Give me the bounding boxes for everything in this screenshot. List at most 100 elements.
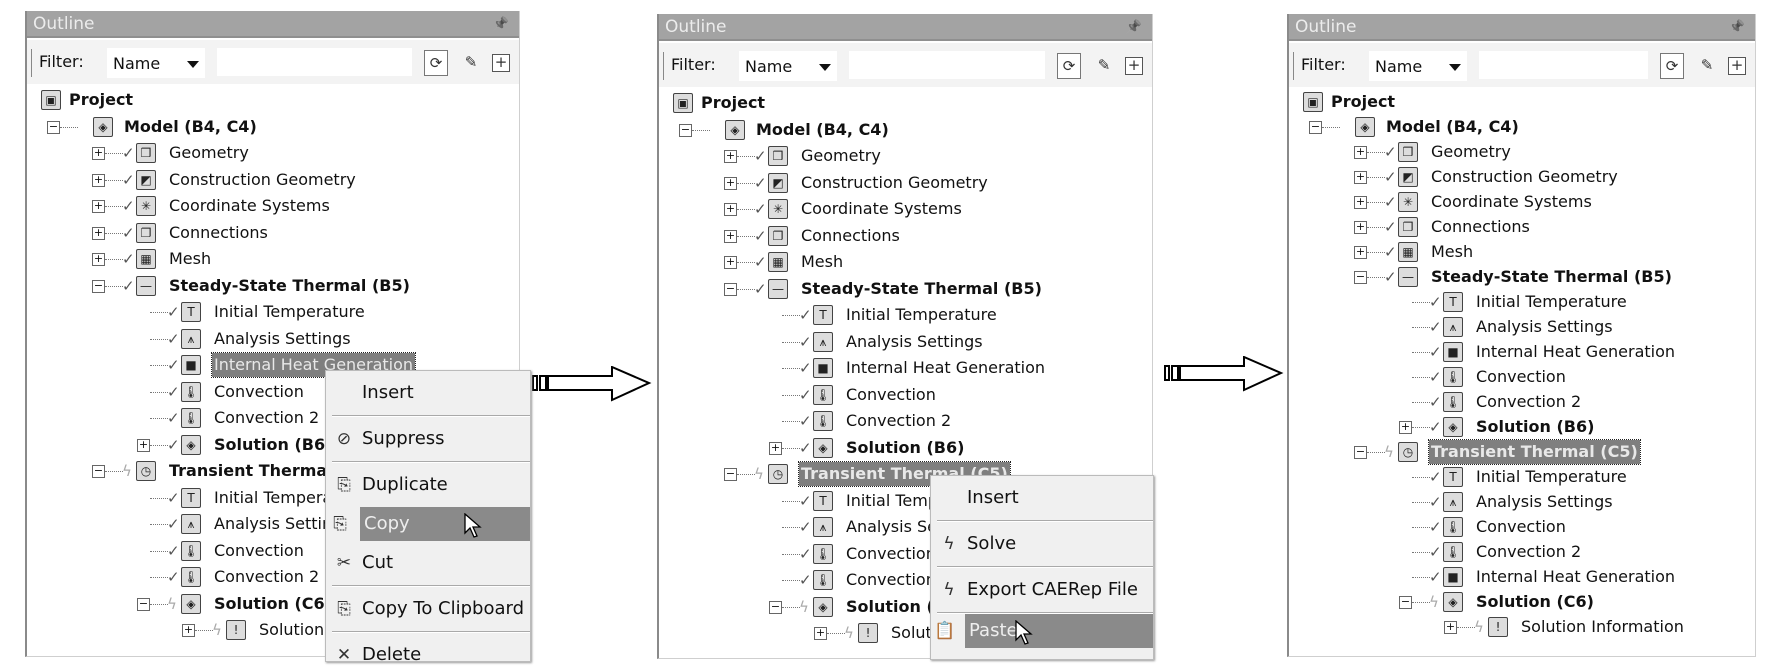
expand-icon[interactable]: + bbox=[724, 229, 737, 243]
menu-item-paste[interactable]: 📋 Paste bbox=[934, 614, 1153, 648]
tree-connector bbox=[1322, 127, 1340, 128]
expand-icon[interactable]: + bbox=[182, 624, 195, 637]
tree-connector bbox=[737, 262, 755, 263]
collapse-icon[interactable]: − bbox=[92, 465, 105, 478]
expand-all-icon[interactable]: + bbox=[492, 54, 510, 72]
collapse-icon[interactable]: − bbox=[1309, 121, 1322, 134]
tree-item-label: Initial Temperature bbox=[1476, 292, 1627, 311]
expand-icon[interactable]: + bbox=[1399, 421, 1412, 434]
menu-item-export-caerep-file[interactable]: ϟ Export CAERep File bbox=[931, 568, 1153, 612]
filter-search-input[interactable] bbox=[1479, 51, 1648, 79]
refresh-filter-icon[interactable]: ⟳ bbox=[424, 50, 448, 76]
convection-icon: 🌡 bbox=[813, 543, 833, 564]
construction-geometry-icon: ◩ bbox=[1398, 167, 1418, 187]
check-icon: ✓ bbox=[1384, 243, 1397, 261]
menu-item-suppress[interactable]: ⊘ Suppress bbox=[326, 417, 530, 461]
tree-connector bbox=[1367, 277, 1385, 278]
expand-icon[interactable]: + bbox=[137, 438, 150, 452]
expand-icon[interactable]: + bbox=[1354, 171, 1367, 184]
expand-icon[interactable]: + bbox=[1354, 146, 1367, 159]
collapse-icon[interactable]: − bbox=[137, 597, 150, 611]
collapse-icon[interactable]: − bbox=[92, 279, 105, 293]
clear-filter-icon[interactable]: ✎ bbox=[1696, 53, 1718, 77]
expand-icon[interactable]: + bbox=[814, 627, 827, 640]
tree-item-label: Model (B4, C4) bbox=[1386, 117, 1519, 136]
chevron-down-icon[interactable] bbox=[1449, 64, 1461, 71]
initial-temperature-icon: T bbox=[1443, 467, 1463, 487]
tree-connector bbox=[1367, 452, 1385, 453]
filter-value: Name bbox=[113, 54, 161, 73]
expand-icon[interactable]: + bbox=[724, 150, 737, 163]
tree-item-label: Steady-State Thermal (B5) bbox=[801, 278, 1042, 298]
expand-icon[interactable]: + bbox=[724, 176, 737, 190]
menu-item-insert[interactable]: Insert bbox=[931, 476, 1153, 520]
menu-item-duplicate[interactable]: ⎘ Duplicate bbox=[326, 463, 530, 507]
filter-dropdown[interactable]: Name bbox=[107, 48, 205, 78]
filter-dropdown[interactable]: Name bbox=[1369, 51, 1467, 81]
expand-icon[interactable]: + bbox=[92, 226, 105, 240]
collapse-icon[interactable]: − bbox=[47, 120, 60, 134]
chevron-down-icon[interactable] bbox=[819, 64, 831, 71]
menu-item-copy[interactable]: ⎘ Copy bbox=[333, 507, 530, 541]
collapse-icon[interactable]: − bbox=[724, 282, 737, 296]
internal-heat-generation-icon: ■ bbox=[1443, 567, 1463, 587]
collapse-icon[interactable]: − bbox=[1399, 596, 1412, 609]
pin-icon[interactable]: 📌 bbox=[1729, 14, 1745, 41]
tree-connector bbox=[782, 447, 800, 449]
solution-icon: ◈ bbox=[181, 434, 201, 455]
coordinate-systems-icon: ✳ bbox=[136, 196, 156, 216]
expand-icon[interactable]: + bbox=[92, 253, 105, 266]
check-icon: ✓ bbox=[167, 541, 180, 560]
expand-icon[interactable]: + bbox=[1354, 246, 1367, 259]
chevron-down-icon[interactable] bbox=[187, 61, 199, 68]
mesh-icon: ▦ bbox=[136, 249, 156, 269]
clear-filter-icon[interactable]: ✎ bbox=[460, 50, 482, 74]
menu-item-label: Solve bbox=[967, 533, 1017, 554]
menu-item-label: Copy bbox=[364, 513, 410, 534]
expand-icon[interactable]: + bbox=[92, 173, 105, 187]
expand-icon[interactable]: + bbox=[769, 441, 782, 455]
expand-icon[interactable]: + bbox=[92, 147, 105, 160]
menu-item-label: Suppress bbox=[362, 428, 445, 449]
collapse-icon[interactable]: − bbox=[679, 123, 692, 137]
clear-filter-icon[interactable]: ✎ bbox=[1093, 53, 1115, 77]
expand-all-icon[interactable]: + bbox=[1728, 57, 1746, 75]
menu-item-cut[interactable]: ✂ Cut bbox=[326, 541, 530, 585]
refresh-filter-icon[interactable]: ⟳ bbox=[1057, 53, 1081, 79]
collapse-icon[interactable]: − bbox=[1354, 446, 1367, 459]
pin-icon[interactable]: 📌 bbox=[1126, 14, 1142, 41]
expand-icon[interactable]: + bbox=[724, 256, 737, 269]
expand-icon[interactable]: + bbox=[92, 200, 105, 213]
tree-connector bbox=[105, 259, 123, 260]
refresh-filter-icon[interactable]: ⟳ bbox=[1660, 53, 1684, 79]
menu-item-copy-to-clipboard[interactable]: ⎘ Copy To Clipboard bbox=[326, 587, 530, 631]
construction-geometry-icon: ◩ bbox=[136, 169, 156, 190]
collapse-icon[interactable]: − bbox=[1354, 271, 1367, 284]
pin-icon[interactable]: 📌 bbox=[493, 11, 509, 38]
tree-connector bbox=[1412, 302, 1430, 303]
collapse-icon[interactable]: − bbox=[769, 600, 782, 614]
check-icon: ✓ bbox=[754, 200, 767, 218]
filter-search-input[interactable] bbox=[849, 51, 1045, 79]
filter-dropdown[interactable]: Name bbox=[739, 51, 837, 81]
expand-icon[interactable]: + bbox=[1444, 621, 1457, 634]
menu-item-solve[interactable]: ϟ Solve bbox=[931, 522, 1153, 566]
project-icon: ▣ bbox=[1303, 92, 1323, 112]
panel-title-bar: Outline 📌 bbox=[659, 14, 1152, 41]
tree-item-label: Solution (B6) bbox=[846, 437, 965, 457]
expand-icon[interactable]: + bbox=[1354, 196, 1367, 209]
menu-item-insert[interactable]: Insert bbox=[326, 371, 530, 415]
expand-icon[interactable]: + bbox=[1354, 221, 1367, 234]
tree-item-label: Coordinate Systems bbox=[1431, 192, 1592, 211]
collapse-icon[interactable]: − bbox=[724, 468, 737, 481]
check-icon: ✓ bbox=[1429, 343, 1442, 361]
menu-item-delete[interactable]: ✕ Delete bbox=[326, 633, 530, 661]
filter-label: Filter: bbox=[671, 55, 716, 74]
expand-all-icon[interactable]: + bbox=[1125, 57, 1143, 75]
check-icon: ✓ bbox=[799, 518, 812, 536]
steady-state-thermal-icon: — bbox=[1398, 267, 1418, 287]
filter-search-input[interactable] bbox=[217, 48, 412, 76]
pending-status-icon: ϟ bbox=[1384, 443, 1394, 461]
expand-icon[interactable]: + bbox=[724, 203, 737, 216]
solution-icon: ◈ bbox=[1443, 417, 1463, 437]
